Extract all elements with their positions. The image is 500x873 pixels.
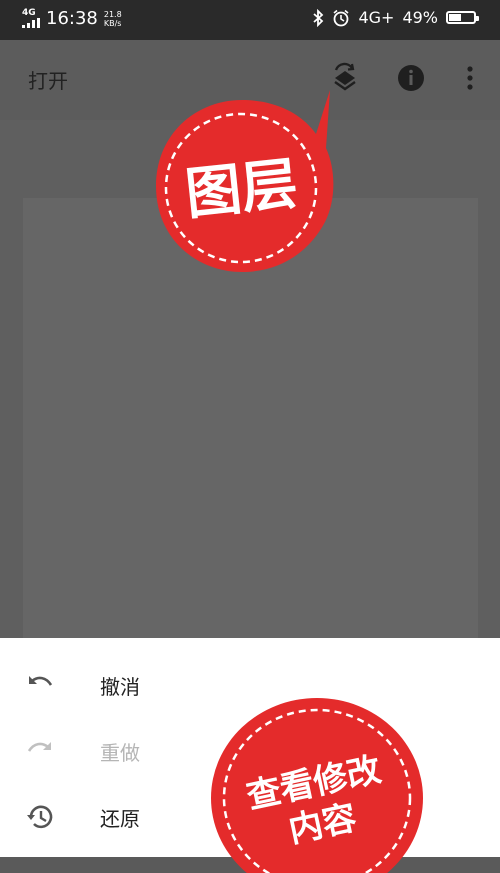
- info-icon: [398, 65, 424, 91]
- network-speed-unit: KB/s: [103, 18, 122, 28]
- network-speed-value: 21.8: [103, 9, 122, 19]
- battery-percent: 49%: [402, 8, 438, 27]
- battery-level: [449, 14, 461, 21]
- signal-indicator: 4G: [22, 9, 40, 28]
- info-button[interactable]: [393, 60, 429, 96]
- network-speed: 21.8 KB/s: [104, 10, 122, 28]
- status-bar: 4G 16:38 21.8 KB/s 4G+ 49%: [0, 0, 500, 40]
- layers-callout-text: 图层: [182, 151, 300, 227]
- bluetooth-icon: [313, 8, 324, 27]
- open-button[interactable]: 打开: [28, 65, 68, 94]
- clock: 16:38: [46, 8, 98, 29]
- more-options-button[interactable]: [452, 60, 488, 96]
- network-type-right: 4G+: [358, 8, 395, 27]
- edit-callout-bubble: 查看修改 内容: [211, 698, 423, 873]
- alarm-icon: [333, 9, 349, 26]
- more-vertical-icon: [467, 66, 473, 90]
- battery-icon: [446, 11, 479, 24]
- redo-icon: [27, 742, 51, 752]
- status-left: 4G 16:38 21.8 KB/s: [22, 8, 122, 29]
- restore-label: 还原: [100, 806, 140, 831]
- layers-callout-bubble: 图层: [156, 90, 334, 272]
- undo-label: 撤消: [100, 674, 140, 699]
- network-type-label: 4G: [22, 8, 36, 18]
- history-icon: [27, 805, 53, 829]
- signal-icon: [22, 18, 40, 28]
- undo-icon: [29, 676, 53, 686]
- redo-label: 重做: [100, 740, 140, 765]
- status-right: 4G+ 49%: [312, 8, 479, 27]
